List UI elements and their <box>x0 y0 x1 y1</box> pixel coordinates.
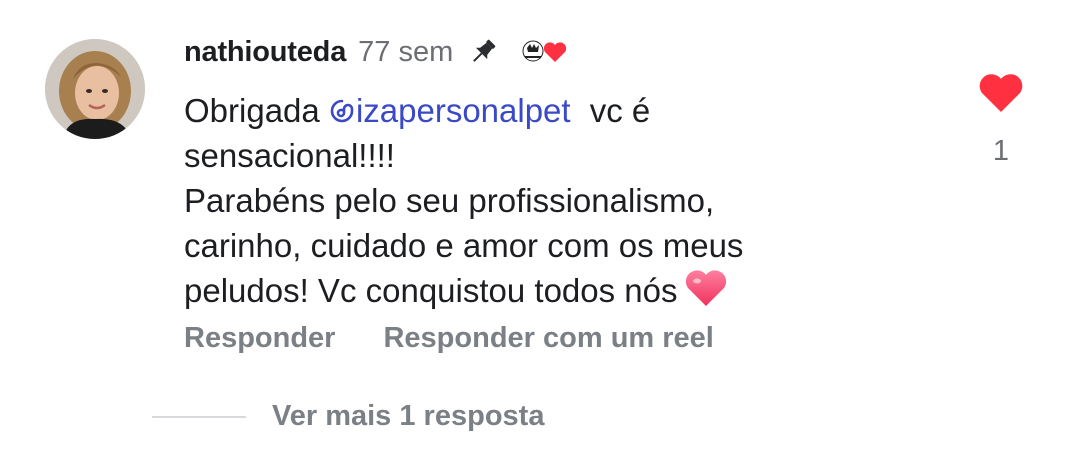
pin-icon <box>467 36 499 68</box>
like-block: 1 <box>972 70 1030 168</box>
heart-filled-icon[interactable] <box>977 70 1025 119</box>
replies-divider <box>152 415 246 418</box>
author-liked-heart-icon <box>519 38 571 66</box>
reply-with-reel-button[interactable]: Responder com um reel <box>383 322 713 355</box>
comment-line-2: sensacional!!!! <box>184 137 395 174</box>
comment-actions: Responder Responder com um reel <box>184 322 714 355</box>
username[interactable]: nathiouteda <box>184 36 346 69</box>
comment-line-4: carinho, cuidado e amor com os meus <box>184 227 744 264</box>
pink-heart-emoji <box>684 268 728 308</box>
like-count: 1 <box>992 135 1010 167</box>
timestamp: 77 sem <box>358 35 454 68</box>
comment-header: nathiouteda 77 sem <box>184 30 571 74</box>
view-more-replies-button[interactable]: Ver mais 1 resposta <box>272 400 544 433</box>
mention-link[interactable]: izapersonalpet <box>329 92 571 129</box>
reply-button[interactable]: Responder <box>184 322 335 355</box>
view-replies: Ver mais 1 resposta <box>152 400 544 433</box>
comment-line-1: Obrigada izapersonalpet vc é <box>184 92 651 129</box>
comment-text: Obrigada izapersonalpet vc é sensacional… <box>184 88 904 313</box>
threads-icon <box>329 90 355 123</box>
comment-line-5: peludos! Vc conquistou todos nós <box>184 268 904 313</box>
comment-item: nathiouteda 77 sem Obrigada izapersonalp… <box>0 0 1080 474</box>
avatar[interactable] <box>45 39 145 139</box>
comment-line-3: Parabéns pelo seu profissionalismo, <box>184 182 715 219</box>
